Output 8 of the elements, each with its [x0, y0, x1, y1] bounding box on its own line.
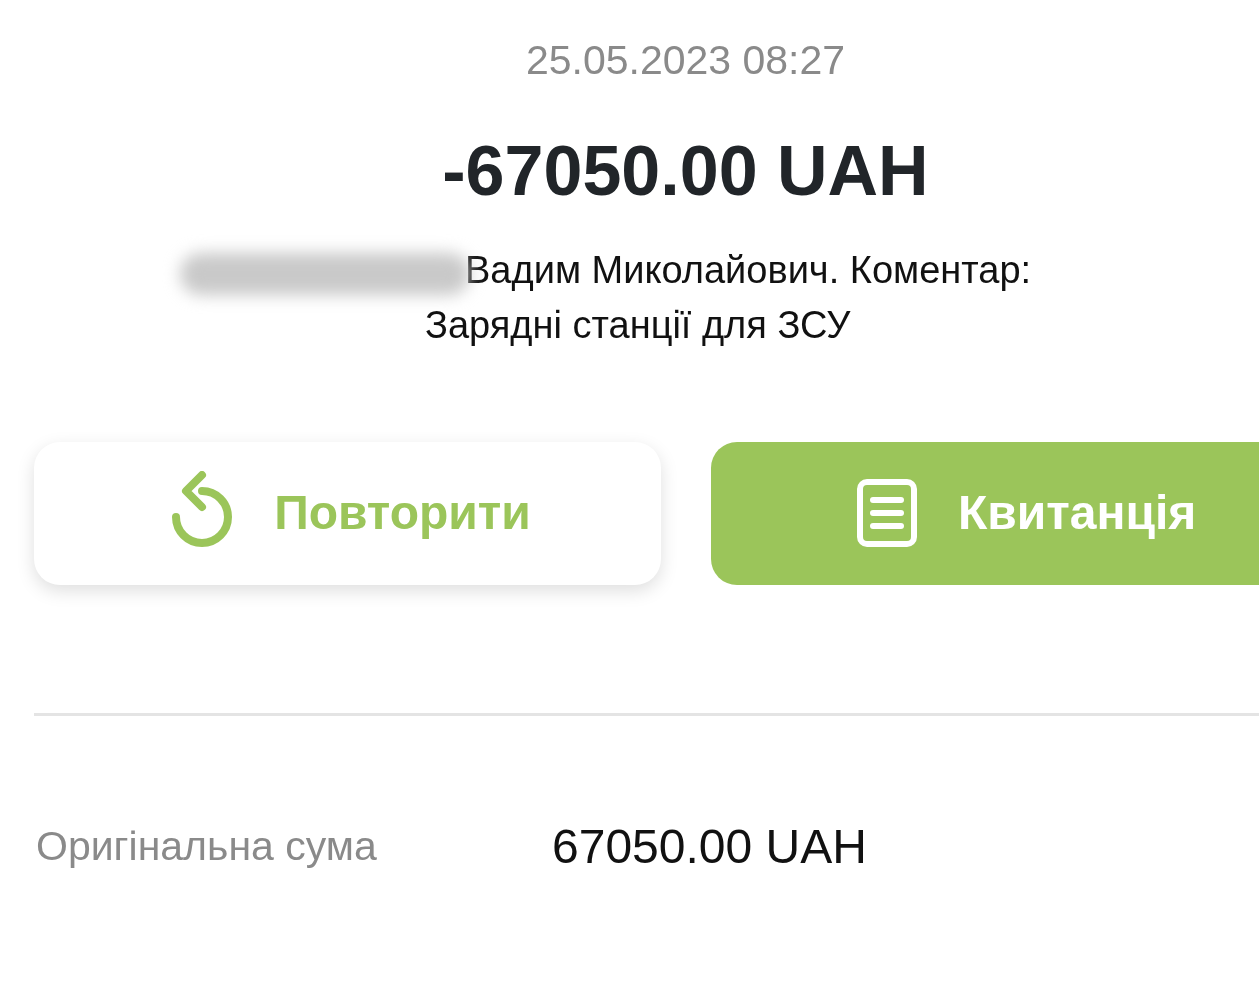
receipt-button[interactable]: Квитанція [711, 441, 1259, 585]
detail-label: Оригінальна сума [36, 822, 378, 872]
transaction-description: Вадим Миколайович. Коментар: Зарядні станції для ЗСУ [425, 248, 1033, 348]
detail-value: 67050.00 UAH [552, 818, 867, 875]
document-icon [856, 478, 918, 549]
repeat-button[interactable]: Повторити [34, 441, 661, 585]
transaction-date: 25.05.2023 08:27 [524, 36, 847, 85]
transaction-amount: -67050.00 UAH [441, 131, 930, 213]
